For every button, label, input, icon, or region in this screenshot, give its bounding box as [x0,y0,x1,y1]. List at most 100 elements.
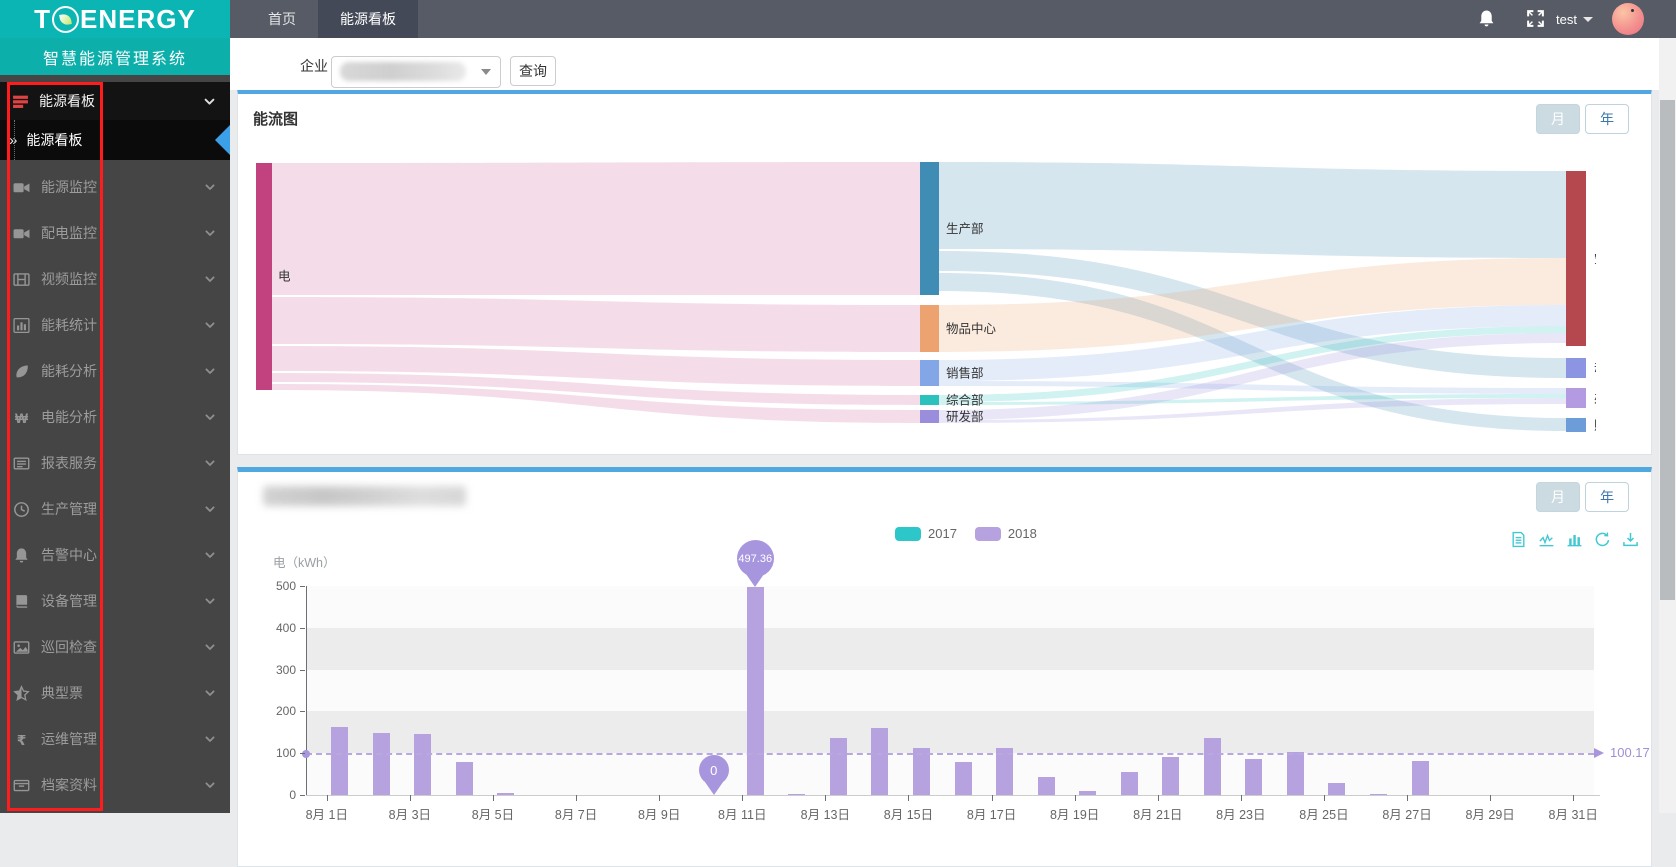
sidebar-item-label: 能源监控 [41,179,97,195]
chevron-down-icon [204,457,216,469]
enterprise-select[interactable] [331,56,501,88]
sankey-node-电 [256,163,272,390]
bar-8月18日 [1037,777,1055,795]
sidebar-item-5[interactable]: ₩ 电能分析 [0,394,230,440]
logo-text-right: ENERGY [80,3,196,34]
x-tick [576,795,578,801]
query-button[interactable]: 查询 [510,56,556,86]
bell-icon[interactable] [1477,9,1496,28]
sankey-label: 销售部 [946,366,984,381]
caret-down-icon [481,69,491,75]
bar-8月14日 [871,728,889,795]
energy-flow-panel: 能流图 月 年 电 生产部物品中心销售部综合部研发部 空调动力办公用电照明 [237,89,1652,455]
sankey-node-办公用电 [1566,388,1586,408]
sidebar-item-12[interactable]: ₹ 运维管理 [0,716,230,762]
sidebar-item-label: 设备管理 [41,593,97,609]
sidebar-item-2[interactable]: 视频监控 [0,256,230,302]
bar-chart: 电（kWh） 100.17 497.36 0 0 100 200 300 400 500 8月… [238,472,1651,867]
sidebar-item-4[interactable]: 能耗分析 [0,348,230,394]
sidebar-subitem-energy-dashboard[interactable]: » 能源看板 [0,120,230,160]
scrollbar-thumb[interactable] [1660,100,1675,600]
sidebar-item-9[interactable]: 设备管理 [0,578,230,624]
x-tick [1407,795,1409,801]
svg-text:₹: ₹ [17,731,27,747]
x-tick-label: 8月 3日 [388,808,432,822]
y-tick [300,586,305,587]
clock-icon [13,501,30,518]
y-tick [300,753,305,755]
sidebar-item-1[interactable]: 配电监控 [0,210,230,256]
x-tick [1573,795,1575,801]
year-toggle-button[interactable]: 年 [1585,104,1629,134]
markpoint-max: 497.36 [736,540,774,578]
x-tick [908,795,910,801]
sidebar-item-label: 典型票 [41,685,83,701]
y-axis-title: 电（kWh） [273,556,336,570]
bar-8月4日 [455,761,473,795]
chevron-down-icon [204,687,216,699]
sidebar-subitem-label: 能源看板 [26,132,83,148]
chevron-down-icon [204,641,216,653]
sankey-label: 综合部 [946,393,984,408]
sankey-flow [272,297,920,352]
sidebar-item-8[interactable]: 告警中心 [0,532,230,578]
sidebar-item-3[interactable]: 能耗统计 [0,302,230,348]
sidebar-item-label: 能源看板 [39,93,95,109]
markpoint-label: 0 [710,762,718,778]
x-tick-label: 8月 17日 [966,808,1017,822]
y-tick-label: 100 [275,746,296,761]
avatar[interactable] [1612,3,1644,35]
bar-8月13日 [829,737,847,795]
sidebar: T ENERGY 智慧能源管理系统 能源看板 » 能源看板 能源监控 配电监控 视频… [0,0,230,813]
logo-text-left: T [34,3,52,34]
sidebar-item-7[interactable]: 生产管理 [0,486,230,532]
user-menu[interactable]: test [1556,0,1593,38]
sidebar-item-10[interactable]: 巡回检查 [0,624,230,670]
dashboard-icon [12,93,29,110]
sidebar-item-label: 档案资料 [41,777,97,793]
tab-energy-dashboard[interactable]: 能源看板 [318,0,418,38]
chevron-down-icon [204,227,216,239]
bar-8月19日 [1079,790,1097,795]
energy-consumption-panel: 月 年 2017 2018 电（kWh） 100.17 497.36 0 0 100 2… [237,467,1652,867]
x-tick [409,795,411,801]
month-toggle-button[interactable]: 月 [1536,104,1580,134]
svg-text:₩: ₩ [15,409,29,425]
sankey-label: 研发部 [946,409,984,424]
y-tick [300,627,305,629]
fullscreen-icon[interactable] [1526,9,1545,28]
enterprise-label: 企业 [300,58,328,74]
stats-bar-icon [13,317,30,334]
markline-arrow [1594,748,1604,759]
sidebar-item-11[interactable]: 典型票 [0,670,230,716]
chevron-down-icon [204,503,216,515]
report-icon [13,455,30,472]
sankey-node-生产部 [920,162,939,295]
bar-8月21日 [1162,756,1180,795]
film-icon [13,271,30,288]
x-tick [742,795,744,801]
tab-home[interactable]: 首页 [246,0,318,38]
y-tick [300,669,305,671]
sidebar-item-energy-dashboard[interactable]: 能源看板 [0,82,230,120]
x-tick-label: 8月 21日 [1133,808,1183,822]
sidebar-item-label: 巡回检查 [41,639,97,655]
sankey-node-空调 [1566,171,1586,346]
rupee-icon: ₹ [13,731,30,748]
camera-icon [13,225,30,242]
x-tick-label: 8月 25日 [1299,808,1349,822]
redacted-select-value [340,62,466,81]
x-tick [991,795,993,801]
alarm-bell-icon [13,547,30,564]
bar-8月26日 [1369,794,1387,795]
sidebar-item-13[interactable]: 档案资料 [0,762,230,808]
sidebar-item-6[interactable]: 报表服务 [0,440,230,486]
sankey-flow [939,381,1566,394]
sidebar-item-label: 报表服务 [41,455,97,471]
sidebar-item-0[interactable]: 能源监控 [0,164,230,210]
split-area-band [306,627,1594,670]
sankey-node-物品中心 [920,305,939,352]
caret-down-icon [1582,16,1593,22]
star-icon [13,684,30,702]
chevron-down-icon [204,779,216,791]
